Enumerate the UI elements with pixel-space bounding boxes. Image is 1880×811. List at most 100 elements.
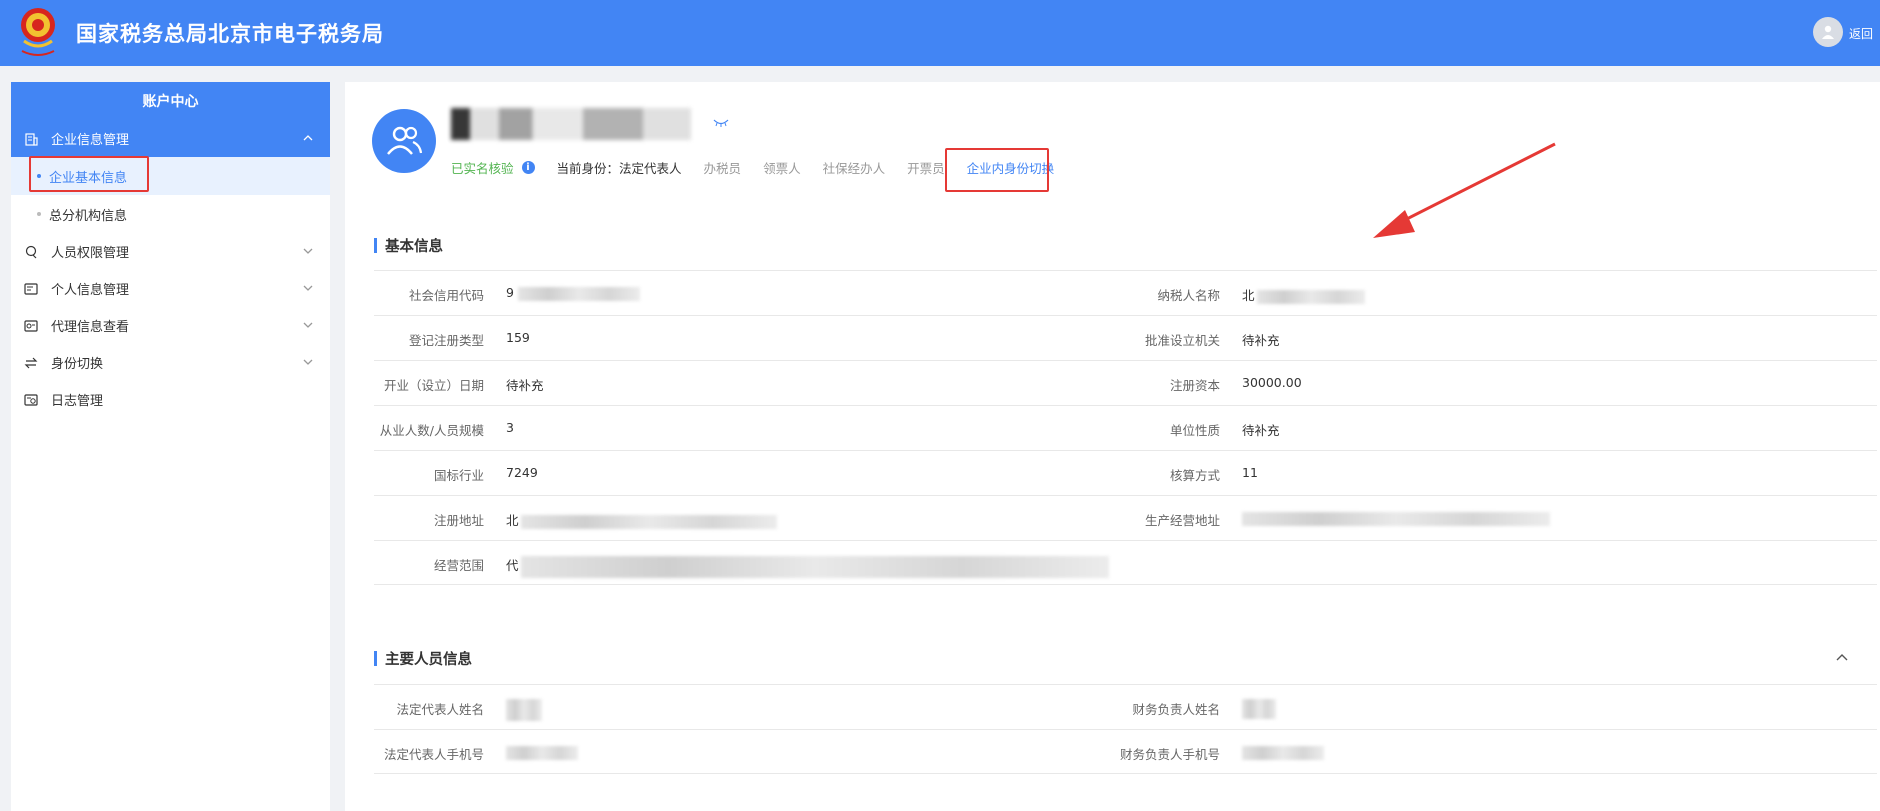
sidebar-heading: 账户中心 [11,82,330,120]
sidebar-group-label: 代理信息查看 [51,320,130,335]
sidebar-group-label: 个人信息管理 [51,283,130,298]
highlight-box [945,148,1049,192]
field-value [1242,744,1324,760]
role-social-security-agent[interactable]: 社保经办人 [823,158,886,177]
sidebar-item-label: 总分机构信息 [49,208,128,224]
enterprise-avatar [372,109,436,173]
field-value: 北 [1242,285,1365,304]
field-value [506,744,578,760]
field-label: 法定代表人姓名 [396,702,484,717]
current-identity-value: 法定代表人 [619,161,682,176]
log-icon [23,392,39,408]
table-row: 登记注册类型 159 批准设立机关 待补充 [374,315,1877,360]
section-accent-bar [374,238,377,253]
field-label: 开业（设立）日期 [383,378,484,393]
chevron-down-icon [303,359,313,365]
site-title: 国家税务总局北京市电子税务局 [76,22,384,46]
back-link[interactable]: 返回 [1849,25,1873,42]
role-invoice-issuer[interactable]: 开票员 [907,158,945,177]
company-name-redacted [451,108,691,140]
section-accent-bar [374,651,377,666]
table-row: 社会信用代码 9 纳税人名称 北 [374,270,1877,315]
field-value: 待补充 [1242,423,1280,438]
sidebar-group-label: 日志管理 [51,394,104,409]
field-value: 3 [506,420,514,435]
role-tax-handler[interactable]: 办税员 [704,158,742,177]
top-bar: 国家税务总局北京市电子税务局 返回 [0,0,1880,66]
field-label: 国标行业 [433,468,484,483]
switch-icon [23,355,39,371]
field-value: 159 [506,330,530,345]
user-icon [1822,25,1834,39]
sidebar-group-identity-switch[interactable]: 身份切换 [11,344,330,381]
sidebar-group-agent-info[interactable]: 代理信息查看 [11,307,330,344]
table-row: 经营范围 代 [374,540,1877,585]
section-title-basic-info: 基本信息 [374,235,443,256]
tax-emblem-icon [21,8,55,56]
field-value: 7249 [506,465,538,480]
section-title-text: 基本信息 [385,239,443,255]
highlight-box [29,156,149,192]
id-card-icon [23,281,39,297]
sidebar-group-label: 企业信息管理 [51,133,130,148]
chevron-down-icon [303,285,313,291]
chevron-up-icon[interactable] [1835,650,1849,664]
role-invoice-receiver[interactable]: 领票人 [763,158,801,177]
field-value: 待补充 [1242,333,1280,348]
table-row: 法定代表人姓名 财务负责人姓名 [374,684,1877,729]
chevron-down-icon [303,322,313,328]
chevron-up-icon [303,135,313,141]
building-icon [23,131,39,147]
field-value: 9 [506,285,640,301]
field-value [1242,699,1276,719]
field-label: 从业人数/人员规模 [379,423,484,438]
eye-closed-icon[interactable] [713,118,729,128]
main-panel: 已实名核验 i 当前身份： 法定代表人 办税员 领票人 社保经办人 开票员 企业… [345,82,1880,811]
arrow-annotation [1373,142,1556,238]
field-label: 注册资本 [1169,378,1220,393]
field-value [1242,510,1550,526]
field-value: 代 [506,555,1109,578]
field-label: 核算方式 [1169,468,1220,483]
table-row: 国标行业 7249 核算方式 11 [374,450,1877,495]
table-row: 法定代表人手机号 财务负责人手机号 [374,729,1877,774]
field-label: 生产经营地址 [1144,513,1220,528]
sidebar-group-personnel-permission[interactable]: 人员权限管理 [11,233,330,270]
sidebar-group-label: 人员权限管理 [51,246,130,261]
field-label: 批准设立机关 [1144,333,1220,348]
field-label: 财务负责人姓名 [1132,702,1220,717]
field-label: 注册地址 [433,513,484,528]
section-title-text: 主要人员信息 [385,652,472,668]
sidebar-group-label: 身份切换 [51,357,104,372]
field-label: 法定代表人手机号 [383,747,484,762]
field-value: 北 [506,510,777,529]
current-identity-label: 当前身份： [556,161,620,176]
verified-status: 已实名核验 [451,161,514,176]
personnel-info-table: 法定代表人姓名 财务负责人姓名 法定代表人手机号 财务负责人手机号 [374,684,1877,774]
table-row: 从业人数/人员规模 3 单位性质 待补充 [374,405,1877,450]
field-label: 财务负责人手机号 [1119,747,1220,762]
sidebar-group-enterprise-info[interactable]: 企业信息管理 [11,120,330,157]
sidebar-group-personal-info[interactable]: 个人信息管理 [11,270,330,307]
info-icon[interactable]: i [521,161,535,174]
field-label: 单位性质 [1169,423,1220,438]
basic-info-table: 社会信用代码 9 纳税人名称 北 登记注册类型 159 批准设立机关 待补充 开… [374,270,1877,585]
field-value: 待补充 [506,378,544,393]
field-value: 30000.00 [1242,375,1302,390]
users-icon [387,126,423,155]
user-permission-icon [23,244,39,260]
sidebar-item-branch-info[interactable]: 总分机构信息 [11,195,330,233]
sidebar-group-log[interactable]: 日志管理 [11,381,330,418]
chevron-down-icon [303,248,313,254]
table-row: 注册地址 北 生产经营地址 [374,495,1877,540]
user-avatar[interactable] [1813,17,1843,47]
field-label: 社会信用代码 [408,288,484,303]
field-label: 纳税人名称 [1157,288,1220,303]
bullet-icon [37,212,41,216]
table-row: 开业（设立）日期 待补充 注册资本 30000.00 [374,360,1877,405]
agent-icon [23,318,39,334]
field-value [506,699,542,721]
field-label: 登记注册类型 [408,333,484,348]
field-value: 11 [1242,465,1258,480]
section-title-personnel-info: 主要人员信息 [374,648,472,669]
